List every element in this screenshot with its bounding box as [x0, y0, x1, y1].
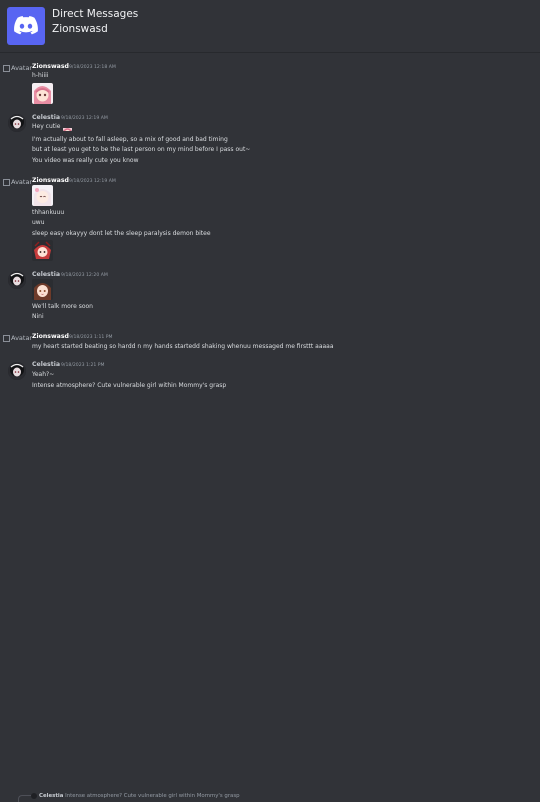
timestamp: 9/18/2023 1:21 PM [61, 363, 105, 368]
reply-avatar [31, 793, 37, 799]
message-text: Intense atmosphere? Cute vulnerable girl… [32, 382, 227, 389]
timestamp: 9/18/2023 12:19 AM [61, 116, 108, 121]
timestamp: 9/18/2023 12:19 AM [69, 179, 116, 184]
broken-image-icon [3, 334, 10, 342]
message-text: Nini [32, 313, 44, 320]
discord-logo-icon [7, 7, 45, 45]
message-text: uwu [32, 219, 45, 226]
avatar[interactable] [8, 114, 26, 132]
author-name[interactable]: Celestia [32, 271, 60, 278]
anime-sticker[interactable] [32, 185, 53, 206]
reply-preview-text: Celestia Intense atmosphere? Cute vulner… [39, 793, 240, 799]
header-title: Direct Messages [52, 8, 139, 20]
author-name[interactable]: Celestia [32, 361, 60, 368]
header-divider [0, 52, 540, 53]
avatar[interactable]: Avatar [3, 64, 32, 72]
message-text: We'll talk more soon [32, 303, 93, 310]
message-text: I'm actually about to fall asleep, so a … [32, 136, 228, 143]
anime-sticker[interactable] [32, 83, 53, 104]
message-text: You video was really cute you know [32, 157, 139, 164]
reply-snippet: Intense atmosphere? Cute vulnerable girl… [65, 793, 240, 799]
avatar[interactable]: Avatar [3, 178, 32, 186]
broken-image-icon [3, 178, 10, 186]
anime-sticker[interactable] [32, 279, 53, 300]
dm-header: Direct Messages Zionswasd [0, 0, 540, 52]
message-text: thhankuuu [32, 209, 65, 216]
broken-image-icon [3, 64, 10, 72]
header-subtitle: Zionswasd [52, 23, 108, 35]
reply-connector [18, 795, 31, 802]
author-name[interactable]: Zionswasd [32, 333, 69, 340]
author-name[interactable]: Celestia [32, 114, 60, 121]
message-text: Hey cutie [32, 123, 61, 130]
timestamp: 9/18/2023 12:20 AM [61, 273, 108, 278]
author-name[interactable]: Zionswasd [32, 177, 69, 184]
reply-preview[interactable]: Celestia Intense atmosphere? Cute vulner… [0, 395, 540, 802]
custom-emoji[interactable] [63, 122, 72, 131]
message-text: h-hiiii [32, 72, 49, 79]
message-text: sleep easy okayyy dont let the sleep par… [32, 230, 211, 237]
timestamp: 9/18/2023 12:18 AM [69, 65, 116, 70]
message-text: but at least you get to be the last pers… [32, 146, 251, 153]
message-text: Yeah?~ [32, 371, 55, 378]
avatar[interactable] [8, 271, 26, 289]
timestamp: 9/18/2023 1:11 PM [69, 335, 113, 340]
message-text: my heart started beating so hardd n my h… [32, 343, 334, 350]
avatar[interactable] [8, 362, 26, 380]
author-name[interactable]: Zionswasd [32, 63, 69, 70]
avatar[interactable]: Avatar [3, 334, 32, 342]
reply-author: Celestia [39, 793, 64, 799]
anime-sticker[interactable] [32, 240, 53, 261]
